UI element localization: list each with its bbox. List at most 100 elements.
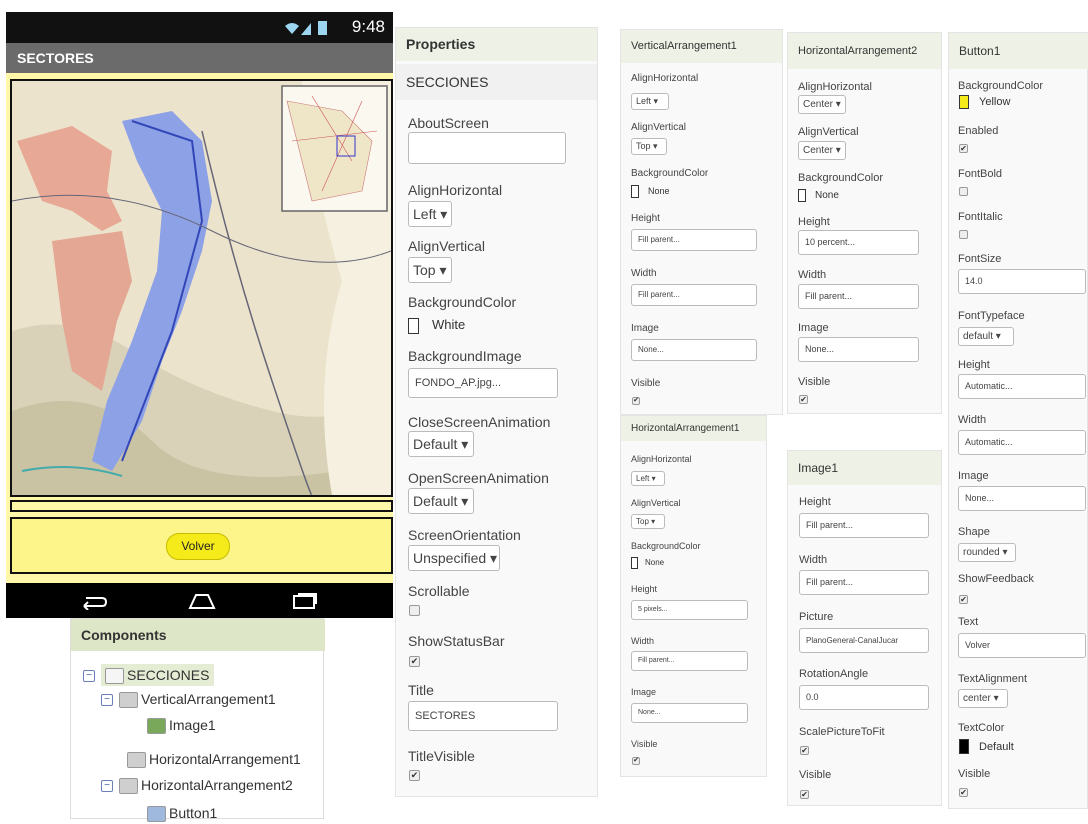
backgroundcolor-swatch[interactable] xyxy=(959,95,969,109)
about-label: AboutScreen xyxy=(408,115,489,131)
width-input[interactable]: Fill parent... xyxy=(631,284,757,306)
width-input[interactable]: Fill parent... xyxy=(631,651,748,671)
alignhorizontal-dropdown[interactable]: Left ▾ xyxy=(631,471,665,486)
home-icon[interactable] xyxy=(186,591,218,611)
image-input[interactable]: None... xyxy=(958,486,1086,511)
visible-checkbox[interactable]: ✔ xyxy=(632,397,640,405)
tree-item-horizontalarrangement2[interactable]: − HorizontalArrangement2 xyxy=(101,774,293,796)
visible-checkbox[interactable]: ✔ xyxy=(800,790,809,799)
titlevisible-checkbox[interactable]: ✔ xyxy=(409,770,420,781)
alignhorizontal-dropdown[interactable]: Center ▾ xyxy=(798,95,846,114)
tree-item-horizontalarrangement1[interactable]: HorizontalArrangement1 xyxy=(127,748,301,770)
fontbold-checkbox[interactable] xyxy=(959,187,968,196)
components-header: Components xyxy=(71,619,325,651)
backgroundcolor-value[interactable]: None xyxy=(648,186,670,196)
showfeedback-label: ShowFeedback xyxy=(958,573,1034,585)
about-input[interactable] xyxy=(408,132,566,164)
width-input[interactable]: Fill parent... xyxy=(799,570,929,595)
backgroundcolor-value[interactable]: None xyxy=(645,558,664,567)
backgroundcolor-label: BackgroundColor xyxy=(958,80,1043,92)
recent-apps-icon[interactable] xyxy=(292,592,318,610)
tree-item-image1[interactable]: Image1 xyxy=(147,714,216,736)
title-label: Title xyxy=(408,682,434,698)
image-input[interactable]: None... xyxy=(631,339,757,361)
closescreenanimation-dropdown[interactable]: Default ▾ xyxy=(408,431,474,457)
image-icon xyxy=(147,718,166,735)
rotationangle-input[interactable]: 0.0 xyxy=(799,685,929,710)
picture-label: Picture xyxy=(799,611,834,623)
alignvertical-dropdown[interactable]: Top ▾ xyxy=(631,138,667,155)
fontitalic-checkbox[interactable] xyxy=(959,230,968,239)
alignhorizontal-dropdown[interactable]: Left ▾ xyxy=(408,201,452,227)
collapse-icon[interactable]: − xyxy=(101,694,113,707)
alignvertical-label: AlignVertical xyxy=(408,238,486,254)
showstatusbar-checkbox[interactable]: ✔ xyxy=(409,656,420,667)
width-label: Width xyxy=(799,554,828,566)
collapse-icon[interactable]: − xyxy=(83,670,95,683)
showfeedback-checkbox[interactable]: ✔ xyxy=(959,595,968,604)
tree-item-secciones[interactable]: − SECCIONES xyxy=(83,664,215,686)
visible-label: Visible xyxy=(798,376,831,388)
enabled-checkbox[interactable]: ✔ xyxy=(959,144,968,153)
alignhorizontal-dropdown[interactable]: Left ▾ xyxy=(631,93,669,110)
alignvertical-dropdown[interactable]: Top ▾ xyxy=(408,257,452,283)
text-input[interactable]: Volver xyxy=(958,633,1086,658)
textcolor-swatch[interactable] xyxy=(959,739,969,754)
textalignment-dropdown[interactable]: center ▾ xyxy=(958,689,1008,708)
screenorientation-dropdown[interactable]: Unspecified ▾ xyxy=(408,545,500,571)
backgroundcolor-value[interactable]: Yellow xyxy=(979,96,1010,108)
openscreenanimation-dropdown[interactable]: Default ▾ xyxy=(408,488,474,514)
height-input[interactable]: Automatic... xyxy=(958,374,1086,399)
alignvertical-dropdown[interactable]: Center ▾ xyxy=(798,141,846,160)
image-label: Image xyxy=(631,323,659,334)
visible-checkbox[interactable]: ✔ xyxy=(632,757,640,765)
properties-panel: Properties SECCIONES AboutScreen AlignHo… xyxy=(395,27,598,797)
tree-item-verticalarrangement1[interactable]: − VerticalArrangement1 xyxy=(101,688,276,710)
height-label: Height xyxy=(799,496,831,508)
fonttypeface-dropdown[interactable]: default ▾ xyxy=(958,327,1014,346)
height-input[interactable]: Fill parent... xyxy=(631,229,757,251)
textcolor-value[interactable]: Default xyxy=(979,741,1014,753)
visible-checkbox[interactable]: ✔ xyxy=(959,788,968,797)
button-icon xyxy=(147,806,166,823)
backgroundcolor-swatch[interactable] xyxy=(408,318,419,334)
image-input[interactable]: None... xyxy=(631,703,748,723)
text-label: Text xyxy=(958,616,979,628)
width-input[interactable]: Fill parent... xyxy=(798,284,919,309)
horizontalarrangement1-header: HorizontalArrangement1 xyxy=(621,416,766,441)
image-input[interactable]: None... xyxy=(798,337,919,362)
signal-battery-icons xyxy=(285,21,327,35)
height-input[interactable]: 5 pixels... xyxy=(631,600,748,620)
tree-item-button1[interactable]: Button1 xyxy=(147,802,217,824)
shape-dropdown[interactable]: rounded ▾ xyxy=(958,543,1016,562)
volver-button[interactable]: Volver xyxy=(166,533,230,560)
clock: 9:48 xyxy=(351,17,385,36)
backgroundimage-input[interactable]: FONDO_AP.jpg... xyxy=(408,368,558,398)
visible-label: Visible xyxy=(631,378,661,389)
picture-input[interactable]: PlanoGeneral-CanalJucar xyxy=(799,628,929,653)
backgroundcolor-swatch[interactable] xyxy=(798,189,806,202)
image1-header: Image1 xyxy=(788,451,941,485)
vertical-arrangement-icon xyxy=(119,692,138,709)
fontsize-label: FontSize xyxy=(958,253,1002,265)
visible-checkbox[interactable]: ✔ xyxy=(799,395,808,404)
scalepicturetofit-checkbox[interactable]: ✔ xyxy=(800,746,809,755)
navigation-bar xyxy=(6,583,393,618)
scrollable-checkbox[interactable] xyxy=(409,605,420,616)
height-label: Height xyxy=(958,359,990,371)
alignvertical-dropdown[interactable]: Top ▾ xyxy=(631,514,665,529)
backgroundcolor-swatch[interactable] xyxy=(631,557,638,569)
height-input[interactable]: Fill parent... xyxy=(799,513,929,538)
image-label: Image xyxy=(798,322,829,334)
collapse-icon[interactable]: − xyxy=(101,780,113,793)
height-input[interactable]: 10 percent... xyxy=(798,230,919,255)
fontsize-input[interactable]: 14.0 xyxy=(958,269,1086,294)
backgroundimage-label: BackgroundImage xyxy=(408,348,522,364)
backgroundcolor-value[interactable]: White xyxy=(432,317,465,332)
backgroundcolor-value[interactable]: None xyxy=(815,190,839,201)
scrollable-label: Scrollable xyxy=(408,583,470,599)
title-input[interactable]: SECTORES xyxy=(408,701,558,731)
backgroundcolor-swatch[interactable] xyxy=(631,185,639,198)
back-icon[interactable] xyxy=(80,592,108,610)
width-input[interactable]: Automatic... xyxy=(958,430,1086,455)
